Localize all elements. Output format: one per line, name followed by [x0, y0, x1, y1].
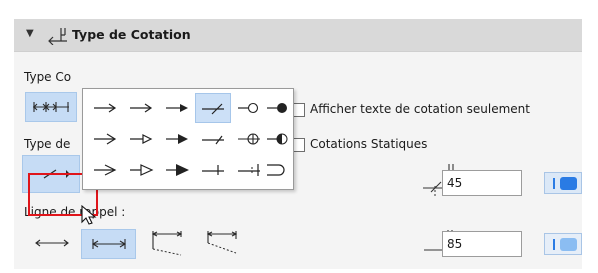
witness-line-full-icon: [91, 239, 126, 249]
witness-line-option-3[interactable]: [145, 225, 189, 259]
type-de-label: Type de: [24, 137, 71, 151]
dimension-style-button[interactable]: [25, 92, 77, 122]
circle-cross-icon[interactable]: [231, 124, 267, 154]
witness-line-none-icon: [35, 239, 69, 247]
witness-offset-toggle[interactable]: [544, 233, 582, 255]
dimension-type-panel: ▼ Type de Cotation Type Co Type de Ligne…: [14, 19, 582, 269]
text-offset-input[interactable]: 45: [442, 170, 522, 196]
circle-filled-icon[interactable]: [263, 93, 291, 123]
toggle-knob: [560, 238, 577, 251]
arrow-open-triangle-icon[interactable]: [123, 93, 159, 123]
dimension-type-icon: [47, 25, 69, 48]
arrow-open-wide-icon[interactable]: [87, 155, 123, 185]
arrow-hollow-triangle-icon[interactable]: [123, 124, 159, 154]
cotations-statiques-label: Cotations Statiques: [310, 137, 428, 151]
witness-line-partial-icon: [206, 231, 238, 254]
triangle-down-icon[interactable]: ▼: [26, 28, 34, 39]
circle-half-filled-icon[interactable]: [263, 124, 291, 154]
bracket-round-icon[interactable]: [263, 155, 291, 185]
marker-popup-menu: [82, 88, 294, 190]
witness-offset-input[interactable]: 85: [442, 231, 522, 257]
arrow-filled-long-icon[interactable]: [159, 124, 195, 154]
arrow-filled-wide-icon[interactable]: [159, 155, 195, 185]
dimension-chain-icon: [33, 102, 69, 112]
witness-line-option-4[interactable]: [200, 225, 244, 259]
slash-tick-short-icon[interactable]: [195, 124, 231, 154]
arrow-filled-icon[interactable]: [159, 93, 195, 123]
arrow-open-icon[interactable]: [87, 93, 123, 123]
witness-line-option-1[interactable]: [28, 229, 76, 257]
tick-bar-icon[interactable]: [195, 155, 231, 185]
text-offset-toggle[interactable]: [544, 172, 582, 194]
afficher-texte-label: Afficher texte de cotation seulement: [310, 102, 530, 116]
witness-line-option-2[interactable]: [81, 229, 136, 259]
toggle-bar: [553, 239, 555, 250]
circle-open-icon[interactable]: [231, 93, 267, 123]
section-header[interactable]: ▼ Type de Cotation: [14, 19, 582, 52]
type-cotation-label: Type Co: [24, 70, 72, 84]
slash-tick-icon[interactable]: [195, 93, 231, 123]
toggle-bar: [553, 178, 555, 189]
witness-line-dashed-icon: [151, 231, 183, 256]
arrow-open-long-icon[interactable]: [87, 124, 123, 154]
mouse-cursor-icon: [80, 204, 98, 229]
arrow-hollow-wide-icon[interactable]: [123, 155, 159, 185]
toggle-knob: [560, 177, 577, 190]
double-tick-bar-icon[interactable]: [231, 155, 267, 185]
section-title: Type de Cotation: [72, 27, 191, 42]
